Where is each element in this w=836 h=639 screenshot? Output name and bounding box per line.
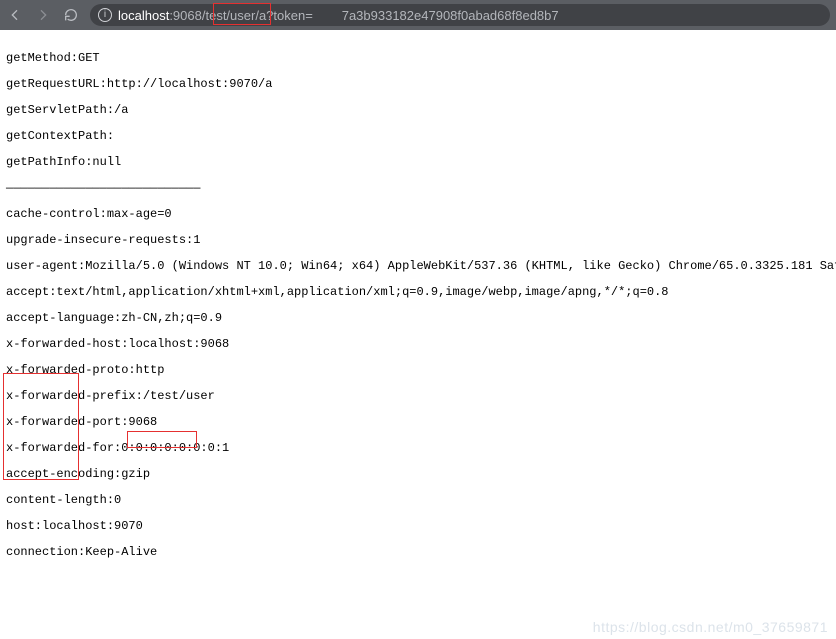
line-content-length: content-length:0	[6, 494, 830, 506]
line-request-url: getRequestURL:http://localhost:9070/a	[6, 78, 830, 90]
line-method: getMethod:GET	[6, 52, 830, 64]
line-accept: accept:text/html,application/xhtml+xml,a…	[6, 286, 830, 298]
forward-button[interactable]	[34, 6, 52, 24]
response-body: getMethod:GET getRequestURL:http://local…	[0, 30, 836, 580]
watermark: https://blog.csdn.net/m0_37659871	[593, 619, 828, 635]
url-after-path: a?token=	[259, 8, 313, 23]
line-user-agent: user-agent:Mozilla/5.0 (Windows NT 10.0;…	[6, 260, 830, 272]
line-upgrade-insecure: upgrade-insecure-requests:1	[6, 234, 830, 246]
address-bar[interactable]: i localhost:9068/test/user/a?token=____7…	[90, 4, 830, 26]
line-cache-control: cache-control:max-age=0	[6, 208, 830, 220]
line-xf-host: x-forwarded-host:localhost:9068	[6, 338, 830, 350]
site-info-icon[interactable]: i	[98, 8, 112, 22]
browser-toolbar: i localhost:9068/test/user/a?token=____7…	[0, 0, 836, 30]
reload-button[interactable]	[62, 6, 80, 24]
separator-line: ———————————————————————————	[6, 182, 830, 194]
line-connection: connection:Keep-Alive	[6, 546, 830, 558]
url-port: :9068	[169, 8, 202, 23]
line-xf-for: x-forwarded-for:0:0:0:0:0:0:0:1	[6, 442, 830, 454]
line-context-path: getContextPath:	[6, 130, 830, 142]
back-button[interactable]	[6, 6, 24, 24]
line-host: host:localhost:9070	[6, 520, 830, 532]
line-servlet-path: getServletPath:/a	[6, 104, 830, 116]
url-token-tail: 7a3b933182e47908f0abad68f8ed8b7	[342, 8, 559, 23]
line-path-info: getPathInfo:null	[6, 156, 830, 168]
url-host: localhost	[118, 8, 169, 23]
line-xf-port: x-forwarded-port:9068	[6, 416, 830, 428]
url-path: /test/user/	[202, 8, 259, 23]
line-accept-language: accept-language:zh-CN,zh;q=0.9	[6, 312, 830, 324]
line-accept-encoding: accept-encoding:gzip	[6, 468, 830, 480]
line-xf-proto: x-forwarded-proto:http	[6, 364, 830, 376]
line-xf-prefix: x-forwarded-prefix:/test/user	[6, 390, 830, 402]
